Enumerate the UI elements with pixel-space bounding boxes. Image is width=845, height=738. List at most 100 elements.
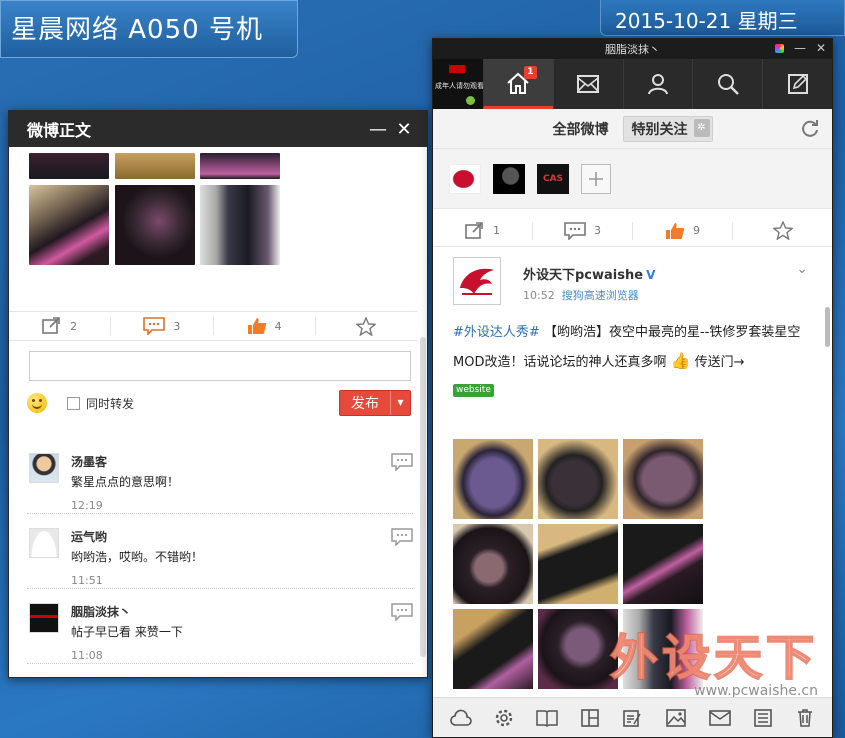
thumbs-up-icon xyxy=(666,222,685,239)
image-icon[interactable] xyxy=(665,708,687,728)
close-button[interactable]: ✕ xyxy=(816,41,826,55)
comment-author[interactable]: 汤墨客 xyxy=(71,453,107,470)
cloud-icon[interactable] xyxy=(450,709,472,727)
follow-avatar[interactable] xyxy=(449,163,481,194)
comment-author[interactable]: 胭脂淡抹丶 xyxy=(71,603,131,620)
tab-profile[interactable] xyxy=(622,59,693,109)
star-icon xyxy=(772,221,793,240)
settings-icon[interactable] xyxy=(494,708,514,728)
reply-icon[interactable] xyxy=(391,453,413,471)
comment-count: 3 xyxy=(173,319,181,333)
comment-toolbar: 同时转发 发布 ▼ xyxy=(27,390,411,416)
post-image[interactable] xyxy=(453,524,533,604)
follow-avatar[interactable] xyxy=(493,163,525,194)
mail-icon xyxy=(577,75,600,93)
bottom-toolbar xyxy=(433,697,832,737)
thumbs-up-icon xyxy=(247,318,266,334)
weibo-detail-window: 微博正文 — ✕ 2 3 4 同时转发 发布 ▼ 汤墨客 繁星点点的意思啊！ 1… xyxy=(8,110,428,678)
post-header: 外设天下pcwaishe V 10:52 搜狗高速浏览器 ⌄ xyxy=(433,257,822,313)
close-button[interactable]: ✕ xyxy=(391,119,417,140)
comment-input[interactable] xyxy=(29,351,411,381)
post-image[interactable] xyxy=(29,153,109,179)
list-icon[interactable] xyxy=(753,708,773,728)
gear-icon[interactable]: ✲ xyxy=(693,118,710,137)
post-source-link[interactable]: 搜狗高速浏览器 xyxy=(562,289,639,302)
user-avatar[interactable]: 成年人请勿观看 xyxy=(433,59,484,109)
avatar[interactable] xyxy=(29,528,59,558)
filter-special[interactable]: 特别关注 ✲ xyxy=(622,115,713,142)
avatar[interactable] xyxy=(29,453,59,483)
favorite-action[interactable] xyxy=(316,316,417,336)
favorite-action[interactable] xyxy=(733,221,832,240)
refresh-icon[interactable] xyxy=(800,119,820,139)
follow-avatar[interactable]: CAS xyxy=(537,163,569,194)
avatar[interactable] xyxy=(29,603,59,633)
like-action[interactable]: 9 xyxy=(633,221,733,240)
post-image[interactable] xyxy=(453,609,533,689)
feed-filter: 全部微博 特别关注 ✲ xyxy=(433,109,832,149)
add-follow-button[interactable] xyxy=(581,163,611,194)
edit-icon[interactable] xyxy=(622,708,642,728)
tab-compose[interactable] xyxy=(762,59,832,109)
comment-author[interactable]: 运气哟 xyxy=(71,528,107,545)
repost-icon xyxy=(42,317,60,334)
post-image[interactable] xyxy=(200,185,280,265)
comment-icon xyxy=(564,221,586,240)
reply-icon[interactable] xyxy=(391,528,413,546)
chevron-down-icon[interactable]: ⌄ xyxy=(796,261,808,277)
post-image[interactable] xyxy=(538,609,618,689)
filter-all[interactable]: 全部微博 xyxy=(553,119,609,139)
website-link[interactable]: website xyxy=(453,384,494,397)
minimize-button[interactable]: — xyxy=(794,41,806,55)
compose-icon xyxy=(787,74,808,94)
emoji-icon[interactable] xyxy=(27,393,47,413)
avatar-tag xyxy=(449,65,465,73)
scrollbar[interactable] xyxy=(420,337,426,657)
repost-count: 2 xyxy=(70,319,78,333)
post-action-bar: 1 3 9 xyxy=(433,215,832,247)
layout-icon[interactable] xyxy=(580,708,600,728)
minimize-button[interactable]: — xyxy=(365,119,391,140)
comment-time: 11:51 xyxy=(71,574,103,587)
post-image[interactable] xyxy=(200,153,280,179)
post-image-grid xyxy=(9,147,427,312)
reply-icon[interactable] xyxy=(391,603,413,621)
author-name[interactable]: 外设天下pcwaishe V xyxy=(523,264,655,283)
publish-button[interactable]: 发布 ▼ xyxy=(339,390,411,416)
comment-text: 繁星点点的意思啊！ xyxy=(71,475,180,489)
post-topic-link[interactable]: #外设达人秀# xyxy=(453,325,540,340)
mail-icon[interactable] xyxy=(708,709,731,727)
author-avatar[interactable] xyxy=(453,257,501,305)
comment-item: 胭脂淡抹丶 帖子早已看 来赞一下 11:08 xyxy=(27,589,413,664)
post-image[interactable] xyxy=(115,185,195,265)
post-meta: 10:52 搜狗高速浏览器 xyxy=(523,287,639,303)
scrollbar[interactable] xyxy=(825,307,830,347)
also-repost-checkbox[interactable] xyxy=(67,396,80,410)
star-icon xyxy=(356,316,377,336)
chevron-down-icon[interactable]: ▼ xyxy=(390,391,410,415)
tab-home[interactable]: 1 xyxy=(482,59,553,109)
special-follow-list: CAS xyxy=(433,149,832,209)
trash-icon[interactable] xyxy=(795,708,815,728)
comment-action[interactable]: 3 xyxy=(533,221,633,240)
book-icon[interactable] xyxy=(536,709,559,727)
post-image[interactable] xyxy=(29,185,109,265)
repost-action[interactable]: 1 xyxy=(433,221,533,240)
post-image[interactable] xyxy=(453,439,533,519)
client-titlebar: 胭脂淡抹丶 — ✕ xyxy=(433,39,832,59)
repost-icon xyxy=(465,221,483,239)
post-image[interactable] xyxy=(538,439,618,519)
comment-action[interactable]: 3 xyxy=(111,317,214,335)
post-image[interactable] xyxy=(623,524,703,604)
post-image[interactable] xyxy=(538,524,618,604)
detail-titlebar: 微博正文 — ✕ xyxy=(9,111,427,147)
skin-icon[interactable] xyxy=(774,43,784,53)
tab-search[interactable] xyxy=(692,59,762,109)
repost-action[interactable]: 2 xyxy=(9,317,112,335)
tab-messages[interactable] xyxy=(552,59,623,109)
comment-item: 运气哟 哟哟浩，哎哟。不错哟！ 11:51 xyxy=(27,514,413,589)
post-image[interactable] xyxy=(623,609,703,689)
post-image[interactable] xyxy=(115,153,195,179)
like-action[interactable]: 4 xyxy=(214,317,316,335)
post-image[interactable] xyxy=(623,439,703,519)
